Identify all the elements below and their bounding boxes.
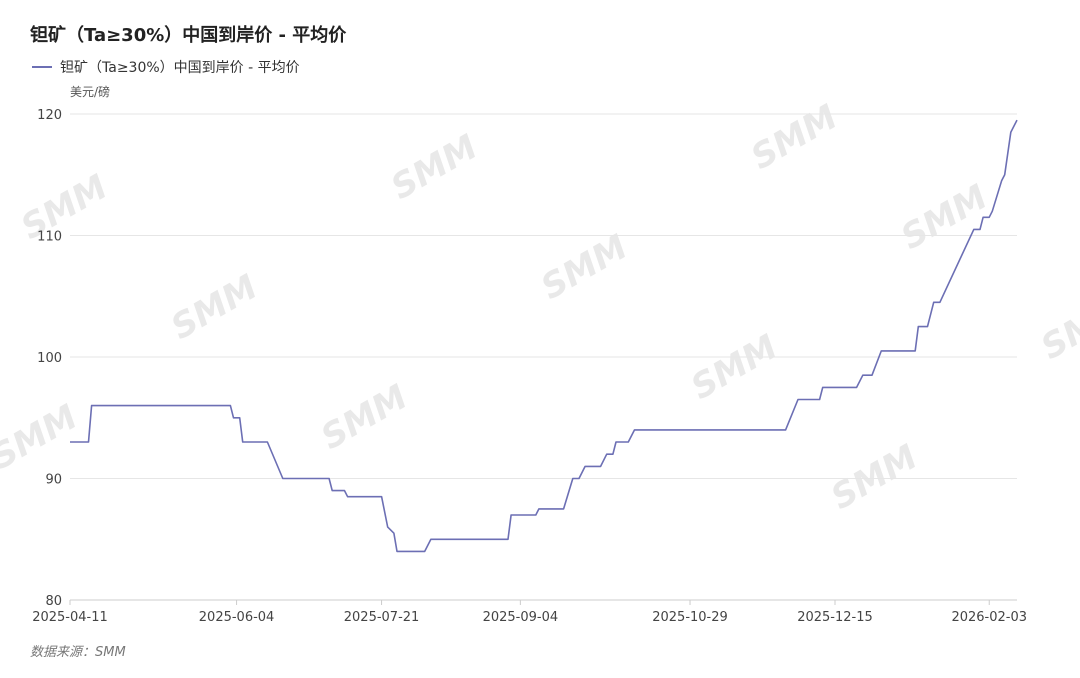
x-tick-label: 2025-06-04 [199, 610, 275, 625]
chart: SMMSMMSMMSMMSMMSMMSMMSMMSMMSMMSMM 钽矿（Ta≥… [0, 24, 1080, 660]
x-tick-label: 2025-07-21 [344, 610, 420, 625]
watermark-layer: SMMSMMSMMSMMSMMSMMSMMSMMSMMSMMSMM [0, 97, 1080, 518]
watermark-text: SMM [1035, 287, 1080, 368]
y-tick-label: 120 [37, 108, 62, 123]
chart-title: 钽矿（Ta≥30%）中国到岸价 - 平均价 [30, 24, 347, 46]
x-tick-label: 2025-10-29 [652, 610, 728, 625]
watermark-text: SMM [825, 437, 925, 518]
y-tick-label: 110 [37, 230, 62, 245]
data-source: 数据来源：SMM [30, 645, 126, 660]
y-axis-ticks: 80 90 100 110 120 [37, 108, 62, 609]
y-tick-label: 100 [37, 351, 62, 366]
y-tick-label: 90 [45, 473, 62, 488]
grid-lines [70, 113, 1017, 601]
watermark-text: SMM [165, 267, 265, 348]
y-tick-label: 80 [45, 594, 62, 609]
watermark-text: SMM [0, 397, 84, 478]
x-axis-ticks: 2025-04-11 2025-06-04 2025-07-21 2025-09-04… [32, 600, 1027, 625]
legend[interactable]: 钽矿（Ta≥30%）中国到岸价 - 平均价 [32, 60, 300, 76]
x-tick-label: 2025-12-15 [797, 610, 873, 625]
legend-label: 钽矿（Ta≥30%）中国到岸价 - 平均价 [60, 60, 300, 76]
x-tick-label: 2025-04-11 [32, 610, 108, 625]
watermark-text: SMM [745, 97, 845, 178]
x-tick-label: 2026-02-03 [951, 610, 1027, 625]
watermark-text: SMM [535, 227, 635, 308]
watermark-text: SMM [895, 177, 995, 258]
watermark-text: SMM [685, 327, 785, 408]
watermark-text: SMM [315, 377, 415, 458]
x-tick-label: 2025-09-04 [483, 610, 559, 625]
watermark-text: SMM [385, 127, 485, 208]
y-axis-unit: 美元/磅 [70, 84, 110, 99]
